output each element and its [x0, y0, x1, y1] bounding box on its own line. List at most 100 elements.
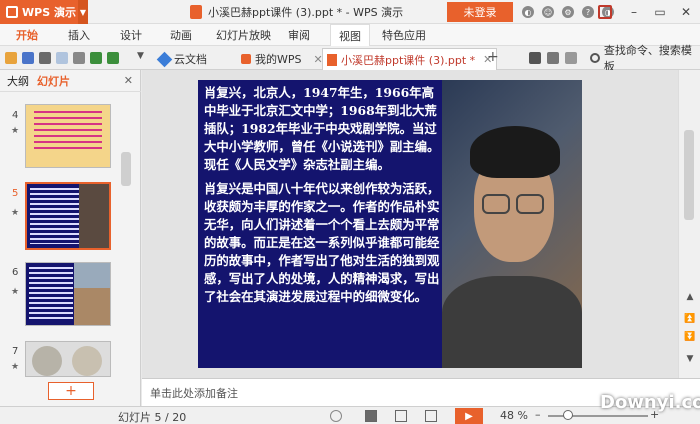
- help-icon[interactable]: ?: [582, 6, 594, 18]
- slide-number: 7: [12, 346, 19, 357]
- zoom-out-icon[interactable]: –: [535, 408, 541, 421]
- thumbnail-photo: [74, 263, 110, 325]
- sorter-view-icon[interactable]: [395, 410, 407, 422]
- login-button[interactable]: 未登录: [447, 2, 513, 22]
- slide-thumbnail-4[interactable]: [25, 104, 111, 168]
- wps-logo-icon: [6, 6, 18, 18]
- slide-paragraph-1: 肖复兴，北京人，1947年生，1966年高中毕业于北京汇文中学；1968年到北大…: [204, 85, 440, 172]
- scroll-up-icon[interactable]: ▲: [684, 292, 696, 302]
- user-icon[interactable]: [565, 52, 577, 64]
- add-slide-button[interactable]: +: [48, 382, 94, 400]
- new-tab-icon[interactable]: +: [487, 49, 499, 65]
- photo-glasses: [482, 194, 548, 216]
- slide-number: 6: [12, 267, 19, 278]
- menu-special[interactable]: 特色应用: [382, 24, 426, 46]
- document-title: 小溪巴赫ppt课件 (3).ppt * - WPS 演示: [190, 0, 403, 24]
- slide-thumbnail-7[interactable]: [25, 341, 111, 377]
- open-folder-icon[interactable]: [5, 52, 17, 64]
- zoom-level: 48 %: [500, 409, 528, 422]
- panel-tabs: 大纲 幻灯片 ✕: [0, 70, 141, 92]
- download-icon[interactable]: [598, 5, 612, 19]
- slides-panel: 大纲 幻灯片 ✕ 4 ★ 5 ★ 6 ★ 7 ★ +: [0, 70, 141, 406]
- ppt-file-icon: [190, 5, 202, 19]
- print-preview-icon[interactable]: [56, 52, 68, 64]
- normal-view-icon[interactable]: [365, 410, 377, 422]
- author-photo[interactable]: [442, 80, 582, 368]
- document-title-text: 小溪巴赫ppt课件 (3).ppt * - WPS 演示: [208, 6, 404, 19]
- menu-design[interactable]: 设计: [120, 24, 142, 46]
- spell-check-icon[interactable]: [330, 410, 342, 422]
- slide-editing-area: 肖复兴，北京人，1947年生，1966年高中毕业于北京汇文中学；1968年到北大…: [142, 70, 678, 378]
- tab-current-document[interactable]: 小溪巴赫ppt课件 (3).ppt * ✕: [322, 48, 498, 70]
- zoom-slider-handle[interactable]: [563, 410, 573, 420]
- screen-icon[interactable]: [547, 52, 559, 64]
- next-slide-icon[interactable]: ⏬: [684, 332, 696, 342]
- tab-current-document-label: 小溪巴赫ppt课件 (3).ppt *: [341, 53, 476, 67]
- reading-view-icon[interactable]: [425, 410, 437, 422]
- ribbon-menu: 开始 插入 设计 动画 幻灯片放映 审阅 视图 特色应用: [0, 24, 700, 46]
- command-search[interactable]: 查找命令、搜索模板: [590, 44, 700, 73]
- format-painter-icon[interactable]: [73, 52, 85, 64]
- slide-paragraph-2: 肖复兴是中国八十年代以来创作较为活跃，收获颇为丰厚的作家之一。作者的作品朴实无华…: [204, 181, 440, 304]
- maximize-icon[interactable]: ▭: [648, 0, 672, 24]
- redo-icon[interactable]: [107, 52, 119, 64]
- star-icon: ★: [11, 287, 20, 297]
- star-icon: ★: [11, 362, 20, 372]
- scroll-down-icon[interactable]: ▼: [684, 354, 696, 364]
- editor-scrollbar[interactable]: ▲ ⏫ ⏬ ▼: [678, 70, 700, 378]
- slide-number: 4: [12, 110, 19, 121]
- current-slide[interactable]: 肖复兴，北京人，1947年生，1966年高中毕业于北京汇文中学；1968年到北大…: [198, 80, 582, 368]
- cloud-cube-icon: [156, 51, 173, 67]
- scrollbar-thumb[interactable]: [684, 130, 694, 220]
- tab-my-wps[interactable]: 我的WPS ✕: [237, 48, 327, 70]
- watermark: Downyi.com: [600, 392, 700, 413]
- thumbnail-portrait: [72, 346, 102, 376]
- slideshow-icon[interactable]: [529, 52, 541, 64]
- toolbar-dropdown-icon[interactable]: ▼: [137, 51, 149, 63]
- tab-slides[interactable]: 幻灯片: [37, 73, 70, 89]
- close-icon[interactable]: ✕: [674, 0, 698, 24]
- chevron-down-icon[interactable]: ▼: [78, 0, 88, 24]
- thumbnail-text: [34, 111, 102, 151]
- tab-cloud-docs[interactable]: 云文档: [155, 48, 211, 70]
- wps-home-icon: [241, 54, 251, 64]
- menu-start[interactable]: 开始: [16, 24, 38, 46]
- star-icon: ★: [11, 126, 20, 136]
- undo-icon[interactable]: [90, 52, 102, 64]
- search-icon: [590, 53, 600, 63]
- save-icon[interactable]: [22, 52, 34, 64]
- thumbnail-text: [30, 188, 80, 244]
- panel-scrollbar[interactable]: [121, 92, 131, 372]
- minimize-icon[interactable]: –: [622, 0, 646, 24]
- feedback-icon[interactable]: ☺: [542, 6, 554, 18]
- star-icon: ★: [11, 208, 20, 218]
- menu-insert[interactable]: 插入: [68, 24, 90, 46]
- settings-icon[interactable]: ⚙: [562, 6, 574, 18]
- tab-cloud-docs-label: 云文档: [174, 53, 207, 66]
- slide-text-box[interactable]: 肖复兴，北京人，1947年生，1966年高中毕业于北京汇文中学；1968年到北大…: [204, 84, 442, 312]
- photo-shirt: [442, 276, 582, 368]
- slide-thumbnail-6[interactable]: [25, 262, 111, 326]
- slide-thumbnail-5[interactable]: [25, 182, 111, 250]
- slide-number: 5: [12, 188, 19, 199]
- slide-counter: 幻灯片 5 / 20: [118, 411, 187, 424]
- print-icon[interactable]: [39, 52, 51, 64]
- menu-review[interactable]: 审阅: [288, 24, 310, 46]
- tab-outline[interactable]: 大纲: [7, 73, 29, 89]
- menu-slideshow[interactable]: 幻灯片放映: [216, 24, 271, 46]
- thumbnail-text: [29, 267, 73, 321]
- tab-my-wps-label: 我的WPS: [255, 53, 302, 66]
- close-panel-icon[interactable]: ✕: [124, 74, 133, 87]
- wps-menu-button[interactable]: WPS 演示 ▼: [0, 0, 88, 24]
- thumbnail-photo: [79, 184, 109, 248]
- skin-icon[interactable]: ◐: [522, 6, 534, 18]
- photo-hair: [470, 126, 560, 178]
- wps-app-label: WPS 演示: [22, 6, 76, 19]
- menu-view[interactable]: 视图: [330, 24, 370, 46]
- play-slideshow-button[interactable]: ▶: [455, 408, 483, 424]
- quick-toolbar: ▼ 云文档 我的WPS ✕ 小溪巴赫ppt课件 (3).ppt * ✕ + 查找…: [0, 44, 700, 73]
- scrollbar-thumb[interactable]: [121, 152, 131, 186]
- title-bar: WPS 演示 ▼ 小溪巴赫ppt课件 (3).ppt * - WPS 演示 未登…: [0, 0, 700, 24]
- menu-animation[interactable]: 动画: [170, 24, 192, 46]
- previous-slide-icon[interactable]: ⏫: [684, 314, 696, 324]
